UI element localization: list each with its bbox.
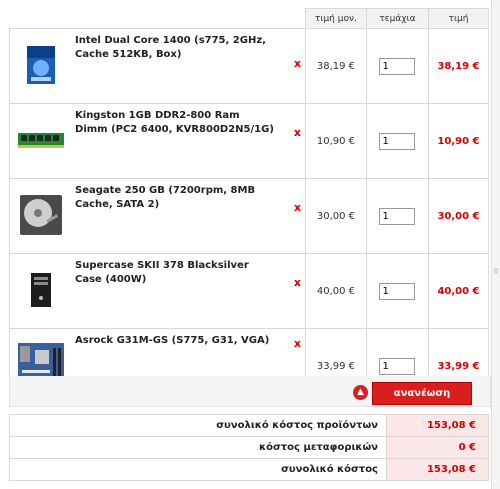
remove-item-button[interactable]: x [294, 126, 301, 139]
product-cell: Supercase SKII 378 Blacksilver Case (400… [71, 253, 306, 329]
product-cell: Kingston 1GB DDR2-800 Ram Dimm (PC2 6400… [71, 103, 306, 179]
product-name[interactable]: Asrock G31M-GS (S775, G31, VGA) [75, 334, 275, 348]
unit-price: 10,90 € [304, 103, 367, 179]
product-cell: Intel Dual Core 1400 (s775, 2GHz, Cache … [71, 28, 306, 104]
product-name[interactable]: Kingston 1GB DDR2-800 Ram Dimm (PC2 6400… [75, 109, 275, 137]
line-total: 40,00 € [427, 253, 490, 329]
product-thumb[interactable] [9, 253, 72, 329]
line-total: 10,90 € [427, 103, 490, 179]
arrow-up-icon[interactable]: ▲ [353, 385, 368, 400]
cart-row: Supercase SKII 378 Blacksilver Case (400… [9, 253, 490, 329]
total-cost-label: συνολικό κόστος [9, 458, 387, 481]
quantity-cell [365, 253, 429, 329]
product-name[interactable]: Intel Dual Core 1400 (s775, 2GHz, Cache … [75, 34, 275, 62]
shipping-cost-label: κόστος μεταφορικών [9, 436, 387, 459]
quantity-input[interactable] [379, 282, 416, 300]
header-quantity: τεμάχια [365, 8, 429, 29]
quantity-cell [365, 103, 429, 179]
quantity-cell [365, 178, 429, 254]
product-cell: Seagate 250 GB (7200rpm, 8MB Cache, SATA… [71, 178, 306, 254]
ram-module-image [17, 132, 64, 148]
product-thumb[interactable] [9, 178, 72, 254]
unit-price: 40,00 € [304, 253, 367, 329]
cart-row: Intel Dual Core 1400 (s775, 2GHz, Cache … [9, 28, 490, 104]
unit-price: 30,00 € [304, 178, 367, 254]
product-thumb[interactable] [9, 103, 72, 179]
remove-item-button[interactable]: x [294, 57, 301, 70]
pc-case-image [30, 272, 51, 307]
remove-item-button[interactable]: x [294, 201, 301, 214]
shipping-cost-value: 0 € [386, 436, 489, 459]
summary-row: κόστος μεταφορικών 0 € [9, 436, 489, 459]
quantity-input[interactable] [379, 57, 416, 75]
summary-table: συνολικό κόστος προϊόντων 153,08 € κόστο… [9, 414, 489, 481]
summary-row: συνολικό κόστος προϊόντων 153,08 € [9, 414, 489, 437]
header-blank [9, 8, 306, 29]
product-thumb[interactable] [9, 28, 72, 104]
update-cart-button[interactable]: ανανέωση [372, 382, 472, 405]
product-name[interactable]: Supercase SKII 378 Blacksilver Case (400… [75, 259, 275, 287]
page-scroll-edge [491, 0, 500, 489]
products-cost-label: συνολικό κόστος προϊόντων [9, 414, 387, 437]
cart-row: Kingston 1GB DDR2-800 Ram Dimm (PC2 6400… [9, 103, 490, 179]
unit-price: 38,19 € [304, 28, 367, 104]
remove-item-button[interactable]: x [294, 337, 301, 350]
summary-row: συνολικό κόστος 153,08 € [9, 458, 489, 481]
product-name[interactable]: Seagate 250 GB (7200rpm, 8MB Cache, SATA… [75, 184, 275, 212]
cart-row: Seagate 250 GB (7200rpm, 8MB Cache, SATA… [9, 178, 490, 254]
header-price: τιμή [427, 8, 490, 29]
quantity-input[interactable] [379, 357, 416, 375]
products-cost-value: 153,08 € [386, 414, 489, 437]
cart-table: τιμή μον. τεμάχια τιμή Intel Dual Core 1… [9, 8, 490, 404]
quantity-cell [365, 28, 429, 104]
quantity-input[interactable] [379, 207, 416, 225]
line-total: 30,00 € [427, 178, 490, 254]
remove-item-button[interactable]: x [294, 276, 301, 289]
update-bar: ▲ ανανέωση [9, 376, 491, 407]
total-cost-value: 153,08 € [386, 458, 489, 481]
scroll-marker [494, 268, 498, 274]
cart-header-row: τιμή μον. τεμάχια τιμή [9, 8, 490, 29]
cpu-box-image [26, 45, 55, 84]
line-total: 38,19 € [427, 28, 490, 104]
quantity-input[interactable] [379, 132, 416, 150]
header-unit-price: τιμή μον. [304, 8, 367, 29]
hard-drive-image [19, 194, 62, 235]
